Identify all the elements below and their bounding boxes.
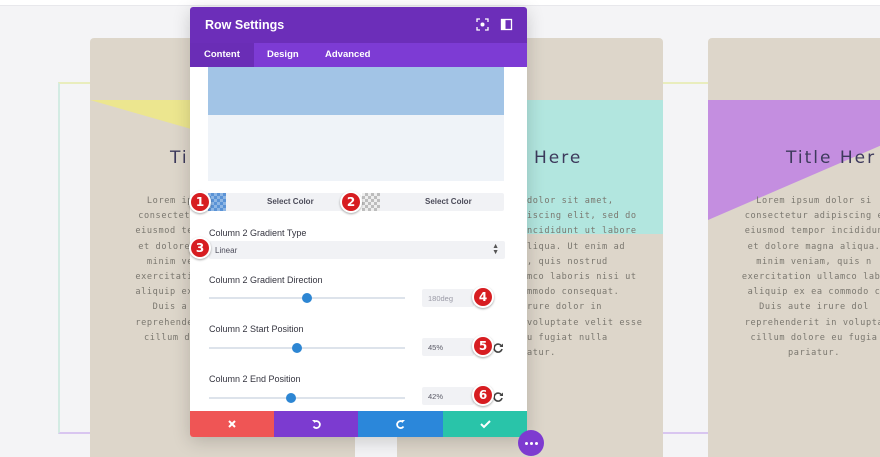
gradient-direction-label: Column 2 Gradient Direction (209, 275, 323, 285)
gradient-preview-fill (208, 67, 504, 115)
end-position-slider-thumb[interactable] (286, 393, 297, 403)
end-position-slider[interactable] (209, 393, 405, 403)
end-position-input[interactable]: 42% (422, 387, 474, 405)
start-position-slider-thumb[interactable] (292, 343, 303, 353)
tab-bar: Content Design Advanced (190, 43, 527, 67)
card-3-body-text: Lorem ipsum dolor si consectetur adipisc… (741, 196, 880, 359)
tab-content[interactable]: Content (190, 43, 254, 67)
discard-button[interactable] (190, 411, 274, 437)
gradient-direction-input[interactable]: 180deg (422, 289, 474, 307)
redo-icon (396, 419, 405, 429)
select-color-label-2: Select Color (425, 197, 472, 206)
end-position-label: Column 2 End Position (209, 374, 301, 384)
dot-icon (529, 441, 533, 445)
select-color-label-1: Select Color (267, 197, 314, 206)
gradient-direction-value: 180deg (428, 294, 454, 303)
column-card-3: Title Her Lorem ipsum dolor si consectet… (708, 38, 880, 457)
save-button[interactable] (443, 411, 527, 437)
gradient-end-color-picker[interactable]: Select Color (362, 193, 504, 211)
card-2-title: Here (534, 148, 583, 168)
gradient-preview (208, 67, 504, 181)
card-1-title: Ti (170, 148, 189, 168)
end-color-swatch[interactable] (362, 193, 380, 211)
start-position-slider[interactable] (209, 343, 405, 353)
dot-icon (524, 441, 528, 445)
check-icon (479, 420, 491, 429)
dot-icon (534, 441, 538, 445)
sidebar-toggle-icon[interactable] (500, 18, 513, 31)
more-options-button[interactable] (518, 430, 544, 456)
start-position-value: 45% (428, 343, 444, 352)
gradient-direction-slider-thumb[interactable] (302, 293, 312, 303)
modal-footer (190, 411, 527, 437)
annotation-badge-1: 1 (189, 191, 211, 213)
select-arrows-icon: ▲ ▼ (492, 243, 499, 256)
annotation-badge-2: 2 (340, 191, 362, 213)
tab-advanced[interactable]: Advanced (311, 43, 384, 67)
gradient-type-label: Column 2 Gradient Type (209, 228, 307, 238)
card-3-title: Title Her (786, 148, 877, 168)
undo-button[interactable] (274, 411, 358, 437)
gradient-type-value: Linear (215, 246, 238, 255)
annotation-badge-5: 5 (472, 335, 494, 357)
gradient-start-color-picker[interactable]: Select Color (208, 193, 352, 211)
annotation-badge-3: 3 (189, 237, 211, 259)
annotation-badge-4: 4 (472, 286, 494, 308)
gradient-type-select[interactable]: Linear ▲ ▼ (209, 241, 505, 259)
start-position-input[interactable]: 45% (422, 338, 474, 356)
start-position-label: Column 2 Start Position (209, 324, 304, 334)
modal-header: Row Settings (190, 7, 527, 43)
annotation-badge-6: 6 (472, 384, 494, 406)
close-icon (228, 420, 236, 428)
undo-icon (311, 419, 321, 429)
tab-design[interactable]: Design (253, 43, 313, 67)
top-bar (0, 0, 880, 6)
card-2-body-text: dolor sit amet, iscing elit, sed do ncid… (527, 196, 643, 359)
row-settings-modal: Row Settings Content Design Advanced Sel… (190, 7, 527, 437)
gradient-direction-slider[interactable] (209, 293, 405, 303)
end-position-value: 42% (428, 392, 444, 401)
modal-title: Row Settings (205, 18, 285, 32)
redo-button[interactable] (358, 411, 443, 437)
focus-icon[interactable] (476, 18, 489, 31)
